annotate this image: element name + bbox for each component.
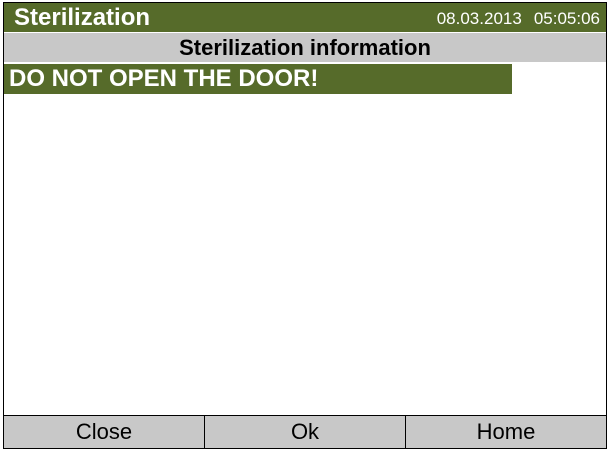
home-button[interactable]: Home [406,416,606,448]
title-bar: Sterilization 08.03.2013 05:05:06 [4,3,606,33]
screen-title: Sterilization [14,4,151,31]
warning-message: DO NOT OPEN THE DOOR! [4,64,512,94]
footer-button-bar: Close Ok Home [4,415,606,448]
date-display: 08.03.2013 [436,9,522,28]
ok-button[interactable]: Ok [205,416,406,448]
time-display: 05:05:06 [533,9,600,28]
section-title: Sterilization information [4,33,606,63]
controller-screen: Sterilization 08.03.2013 05:05:06 Sterili… [3,2,607,449]
date-time-display: 08.03.2013 05:05:06 [437,9,600,29]
close-button[interactable]: Close [4,416,205,448]
